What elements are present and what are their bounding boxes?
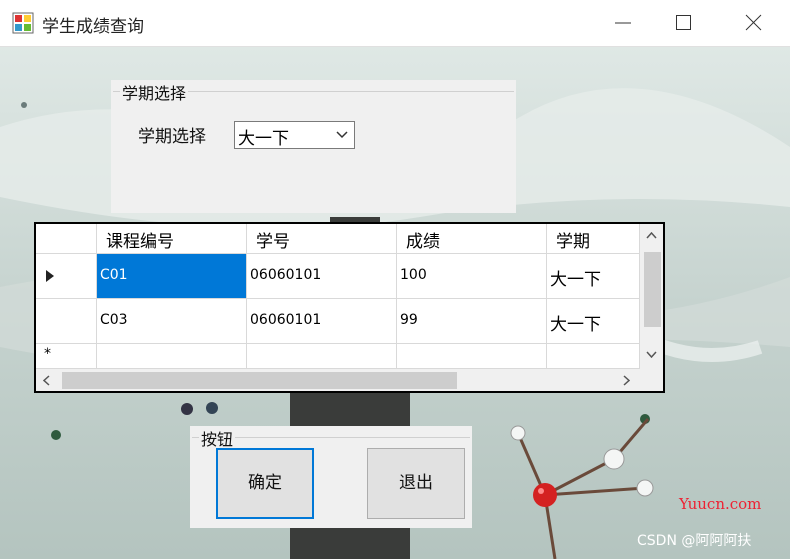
scroll-down-icon[interactable]	[646, 351, 657, 358]
ok-button[interactable]: 确定	[216, 448, 314, 519]
maximize-icon	[676, 15, 691, 30]
app-icon	[12, 12, 34, 34]
minimize-button[interactable]	[593, 0, 653, 46]
column-header-score[interactable]: 成绩	[397, 224, 547, 254]
row-header[interactable]	[36, 299, 97, 344]
button-group-legend: 按钮	[199, 426, 236, 450]
csdn-watermark: CSDN @阿阿阿扶	[637, 533, 752, 549]
term-select-value: 大一下	[238, 129, 289, 149]
title-bar[interactable]: 学生成绩查询	[0, 0, 790, 47]
scroll-left-icon[interactable]	[43, 375, 50, 386]
new-row-asterisk-icon: *	[44, 346, 51, 362]
table-cell[interactable]	[397, 344, 547, 369]
term-label: 学期选择	[138, 127, 206, 147]
table-cell[interactable]: 大一下	[547, 254, 640, 299]
term-group-legend: 学期选择	[120, 80, 189, 104]
table-cell[interactable]	[247, 344, 397, 369]
row-header[interactable]	[36, 254, 97, 299]
scroll-up-icon[interactable]	[646, 232, 657, 239]
current-row-arrow-icon	[46, 270, 54, 282]
term-select[interactable]: 大一下	[234, 121, 355, 149]
vertical-scrollbar[interactable]	[640, 224, 663, 369]
row-header-corner	[36, 224, 97, 254]
horizontal-scroll-thumb[interactable]	[62, 372, 457, 389]
table-cell[interactable]: 06060101	[247, 254, 397, 299]
table-cell[interactable]: 大一下	[547, 299, 640, 344]
score-grid[interactable]: 课程编号 学号 成绩 学期 C01 06060101 100 大一下 C03 0…	[34, 222, 665, 393]
table-cell[interactable]: C03	[97, 299, 247, 344]
column-header-term[interactable]: 学期	[547, 224, 640, 254]
table-cell[interactable]: 06060101	[247, 299, 397, 344]
site-watermark: Yuucn.com	[679, 495, 762, 513]
scrollbar-corner	[640, 369, 663, 391]
new-row-header[interactable]: *	[36, 344, 97, 369]
app-window: 学生成绩查询 学期选择 学期选择 大一下 课程编号 学号 成绩 学期 C01 0…	[0, 0, 790, 559]
vertical-scroll-thumb[interactable]	[644, 252, 661, 327]
minimize-icon	[615, 22, 631, 24]
table-cell[interactable]: 99	[397, 299, 547, 344]
table-cell[interactable]	[547, 344, 640, 369]
table-cell[interactable]: C01	[97, 254, 247, 299]
close-icon	[745, 14, 762, 31]
chevron-down-icon	[336, 131, 348, 139]
table-cell[interactable]: 100	[397, 254, 547, 299]
column-header-course-id[interactable]: 课程编号	[97, 224, 247, 254]
scroll-right-icon[interactable]	[623, 375, 630, 386]
maximize-button[interactable]	[654, 0, 714, 46]
column-header-student-id[interactable]: 学号	[247, 224, 397, 254]
close-button[interactable]	[724, 0, 784, 46]
window-title: 学生成绩查询	[42, 17, 144, 37]
exit-button[interactable]: 退出	[367, 448, 465, 519]
horizontal-scrollbar[interactable]	[36, 369, 640, 391]
table-cell[interactable]	[97, 344, 247, 369]
